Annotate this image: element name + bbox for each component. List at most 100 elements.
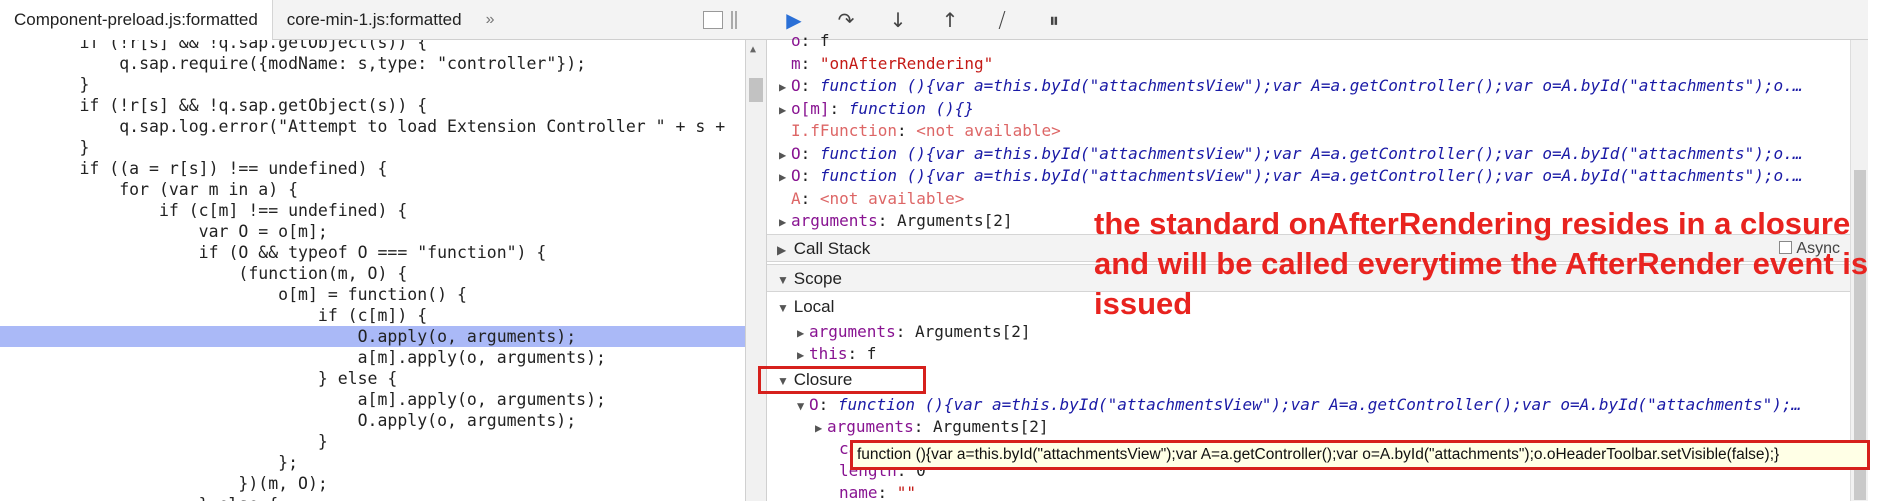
code-line[interactable]: (function(m, O) {: [0, 263, 745, 284]
property-row[interactable]: ▶ O: function (){var a=this.byId("attachm…: [779, 165, 1802, 187]
property-separator: :: [800, 166, 820, 185]
property-row[interactable]: A: <not available>: [779, 188, 964, 210]
scroll-up-icon[interactable]: ▲: [750, 44, 756, 55]
step-into-icon[interactable]: ↓: [885, 7, 911, 33]
code-line[interactable]: a[m].apply(o, arguments);: [0, 347, 745, 368]
property-value: "onAfterRendering": [819, 53, 994, 73]
code-line[interactable]: if ((a = r[s]) !== undefined) {: [0, 158, 745, 179]
property-row[interactable]: I.fFunction: <not available>: [779, 120, 1061, 142]
scrollbar-thumb[interactable]: [749, 78, 763, 102]
code-line[interactable]: } else {: [0, 494, 745, 501]
code-line[interactable]: })(m, O);: [0, 473, 745, 494]
code-text: if (c[m]) {: [0, 306, 428, 325]
code-line[interactable]: q.sap.log.error("Attempt to load Extensi…: [0, 116, 745, 137]
code-line[interactable]: if (!r[s] && !q.sap.getObject(s)) {: [0, 40, 745, 53]
toggle-panel-icon[interactable]: [703, 11, 723, 29]
property-row[interactable]: ▶ o[m]: function (){}: [779, 98, 974, 120]
code-text: o[m] = function() {: [0, 285, 467, 304]
code-text: var O = o[m];: [0, 222, 328, 241]
code-text: } else {: [0, 369, 398, 388]
expand-arrow-icon[interactable]: ▼: [797, 395, 809, 417]
local-label: Local: [793, 297, 835, 316]
more-tabs-icon[interactable]: »: [476, 11, 505, 29]
property-key: name: [839, 483, 878, 501]
pause-on-exceptions-icon[interactable]: ⏸: [1041, 7, 1067, 33]
step-over-icon[interactable]: ↷: [833, 7, 859, 33]
code-line[interactable]: o[m] = function() {: [0, 284, 745, 305]
code-line[interactable]: };: [0, 452, 745, 473]
property-key: O: [791, 143, 801, 163]
expand-arrow-icon[interactable]: ▶: [797, 344, 809, 366]
property-row[interactable]: name: "": [827, 482, 916, 501]
code-text: q.sap.require({modName: s,type: "control…: [0, 54, 587, 73]
code-text: if (!r[s] && !q.sap.getObject(s)) {: [0, 96, 428, 115]
property-key: I.fFunction: [791, 121, 897, 140]
property-key: A: [791, 188, 801, 208]
scope-label: Scope: [793, 269, 842, 288]
property-key: arguments: [791, 211, 878, 230]
property-key: O: [809, 395, 819, 414]
expand-arrow-icon: ▶: [777, 243, 787, 257]
expand-arrow-icon[interactable]: ▶: [797, 322, 809, 344]
code-line[interactable]: }: [0, 137, 745, 158]
property-row[interactable]: ▶ arguments: Arguments[2]: [815, 416, 1049, 438]
expand-arrow-icon[interactable]: ▶: [779, 166, 791, 188]
code-text: for (var m in a) {: [0, 180, 299, 199]
property-key: O: [791, 76, 801, 95]
code-line[interactable]: if (c[m]) {: [0, 305, 745, 326]
collapse-arrow-icon: ▼: [777, 273, 789, 287]
code-line[interactable]: for (var m in a) {: [0, 179, 745, 200]
code-line[interactable]: q.sap.require({modName: s,type: "control…: [0, 53, 745, 74]
property-row[interactable]: ▶ arguments: Arguments[2]: [779, 210, 1013, 232]
code-text: a[m].apply(o, arguments);: [0, 348, 606, 367]
property-key: arguments: [809, 322, 896, 341]
deactivate-breakpoints-icon[interactable]: ⧸: [989, 7, 1015, 33]
expand-arrow-icon[interactable]: ▶: [815, 417, 827, 439]
property-value: function (){var a=this.byId("attachments…: [819, 143, 1803, 163]
code-area[interactable]: if (!r[s] && !q.sap.getObject(s)) { q.sa…: [0, 40, 745, 501]
code-line[interactable]: }: [0, 74, 745, 95]
property-separator: :: [800, 31, 820, 50]
code-text: q.sap.log.error("Attempt to load Extensi…: [0, 117, 726, 136]
code-text: a[m].apply(o, arguments);: [0, 390, 606, 409]
expand-arrow-icon[interactable]: ▶: [779, 99, 791, 121]
step-out-icon[interactable]: ↑: [937, 7, 963, 33]
property-value: Arguments[2]: [932, 417, 1049, 436]
property-value: function (){var a=this.byId("attachments…: [819, 76, 1803, 95]
property-row[interactable]: ▶ arguments: Arguments[2]: [797, 321, 1031, 343]
expand-arrow-icon[interactable]: ▶: [779, 211, 791, 233]
code-line[interactable]: } else {: [0, 368, 745, 389]
property-value: <not available>: [819, 188, 965, 208]
property-row[interactable]: ▼ O: function (){var a=this.byId("attachm…: [797, 394, 1801, 416]
tab-core-min[interactable]: core-min-1.js:formatted: [273, 0, 476, 40]
code-text: (function(m, O) {: [0, 264, 408, 283]
local-scope-header[interactable]: ▼ Local: [777, 296, 834, 318]
code-line[interactable]: }: [0, 431, 745, 452]
split-handle-icon[interactable]: [731, 11, 737, 29]
code-line[interactable]: if (!r[s] && !q.sap.getObject(s)) {: [0, 95, 745, 116]
code-line[interactable]: a[m].apply(o, arguments);: [0, 389, 745, 410]
code-text: if (c[m] !== undefined) {: [0, 201, 408, 220]
property-value: function (){var a=this.byId("attachments…: [837, 395, 1802, 414]
source-editor: Component-preload.js:formatted core-min-…: [0, 0, 745, 501]
resume-icon[interactable]: ▶: [781, 7, 807, 33]
property-row[interactable]: m: "onAfterRendering": [779, 53, 993, 75]
code-line[interactable]: if (c[m] !== undefined) {: [0, 200, 745, 221]
expand-arrow-icon[interactable]: ▶: [779, 76, 791, 98]
expand-arrow-icon[interactable]: ▶: [779, 144, 791, 166]
code-text: O.apply(o, arguments);: [0, 327, 577, 346]
code-line[interactable]: if (O && typeof O === "function") {: [0, 242, 745, 263]
property-key: O: [791, 166, 801, 185]
tab-component-preload[interactable]: Component-preload.js:formatted: [0, 0, 273, 40]
property-separator: :: [800, 53, 820, 73]
code-line[interactable]: O.apply(o, arguments);: [0, 410, 745, 431]
code-text: }: [0, 75, 90, 94]
property-row[interactable]: ▶ this: f: [797, 343, 876, 365]
editor-scrollbar[interactable]: ▲: [745, 40, 767, 501]
property-row[interactable]: ▶ O: function (){var a=this.byId("attachm…: [779, 143, 1802, 165]
property-row[interactable]: ▶ O: function (){var a=this.byId("attachm…: [779, 75, 1802, 97]
code-line-highlighted[interactable]: O.apply(o, arguments);: [0, 326, 745, 347]
property-row[interactable]: o: f: [779, 30, 830, 52]
code-text: }: [0, 138, 90, 157]
code-line[interactable]: var O = o[m];: [0, 221, 745, 242]
